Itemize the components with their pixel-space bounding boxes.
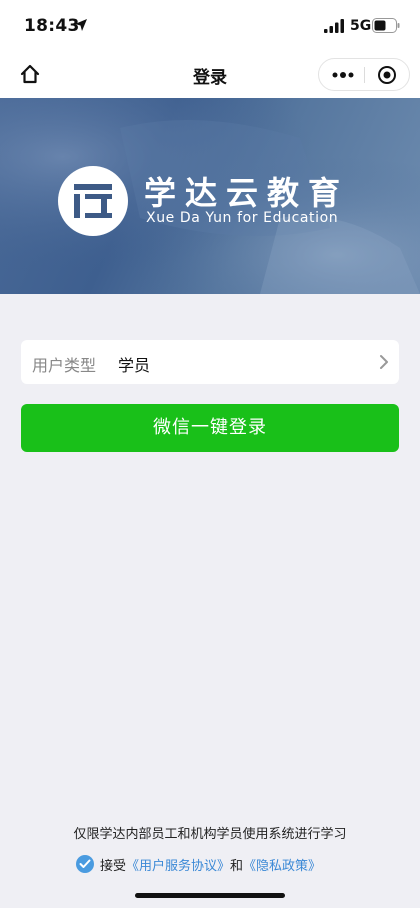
signal-bars-icon <box>324 19 344 33</box>
chevron-right-icon <box>380 355 388 369</box>
battery-icon <box>372 18 400 33</box>
nav-bar: 登录 <box>0 50 420 98</box>
login-screen: 18:43 5G 登录 学达云教育 Xue Da Yun for Educati… <box>0 0 420 908</box>
and-text: 和 <box>230 858 244 874</box>
close-button[interactable] <box>366 59 408 90</box>
brand-english-name: Xue Da Yun for Education <box>146 210 339 226</box>
more-button[interactable] <box>323 59 363 90</box>
user-type-selector[interactable]: 用户类型 学员 <box>21 340 399 384</box>
checkmark-icon <box>79 859 91 868</box>
status-bar: 18:43 5G <box>0 0 420 50</box>
user-type-label: 用户类型 <box>32 356 97 375</box>
user-agreement-link[interactable]: 《用户服务协议》 <box>126 855 230 874</box>
brand-name: 学达云教育 <box>144 174 350 212</box>
xueda-logo-icon <box>74 184 112 218</box>
agreement-checkbox[interactable] <box>76 855 94 873</box>
wechat-login-button[interactable]: 微信一键登录 <box>21 404 399 452</box>
usage-restriction-note: 仅限学达内部员工和机构学员使用系统进行学习 <box>73 827 347 842</box>
user-type-value: 学员 <box>118 356 151 375</box>
home-indicator <box>135 893 285 898</box>
accept-text: 接受 <box>100 858 127 874</box>
capsule-divider <box>364 67 365 83</box>
status-time: 18:43 <box>24 16 80 36</box>
more-dots-icon <box>332 71 354 78</box>
close-circle-icon <box>378 65 396 84</box>
agreement-row: 接受 《用户服务协议》 和 《隐私政策》 <box>76 853 321 875</box>
privacy-policy-link[interactable]: 《隐私政策》 <box>243 855 321 874</box>
brand-banner: 学达云教育 Xue Da Yun for Education <box>0 98 420 294</box>
location-arrow-icon <box>75 19 87 31</box>
mini-program-capsule <box>318 58 410 91</box>
brand-logo <box>58 166 128 236</box>
network-label: 5G <box>350 18 372 34</box>
